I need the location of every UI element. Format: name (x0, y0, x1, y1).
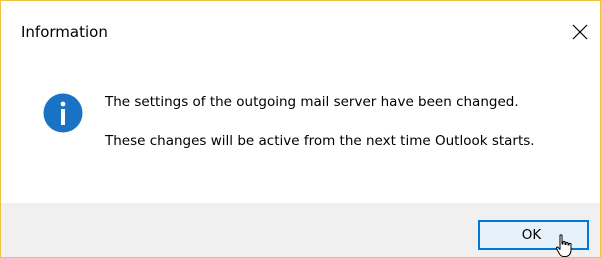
dialog-title: Information (21, 23, 108, 41)
info-icon (43, 93, 83, 133)
message-line-2: These changes will be active from the ne… (105, 133, 535, 149)
close-icon (572, 24, 588, 40)
information-dialog: Information The settings of the outgoing… (0, 0, 601, 258)
title-bar: Information (1, 1, 600, 65)
message-area: The settings of the outgoing mail server… (1, 65, 600, 203)
button-bar: OK (1, 203, 600, 257)
ok-button[interactable]: OK (478, 220, 589, 250)
message-line-1: The settings of the outgoing mail server… (105, 94, 519, 110)
close-button[interactable] (560, 13, 600, 53)
